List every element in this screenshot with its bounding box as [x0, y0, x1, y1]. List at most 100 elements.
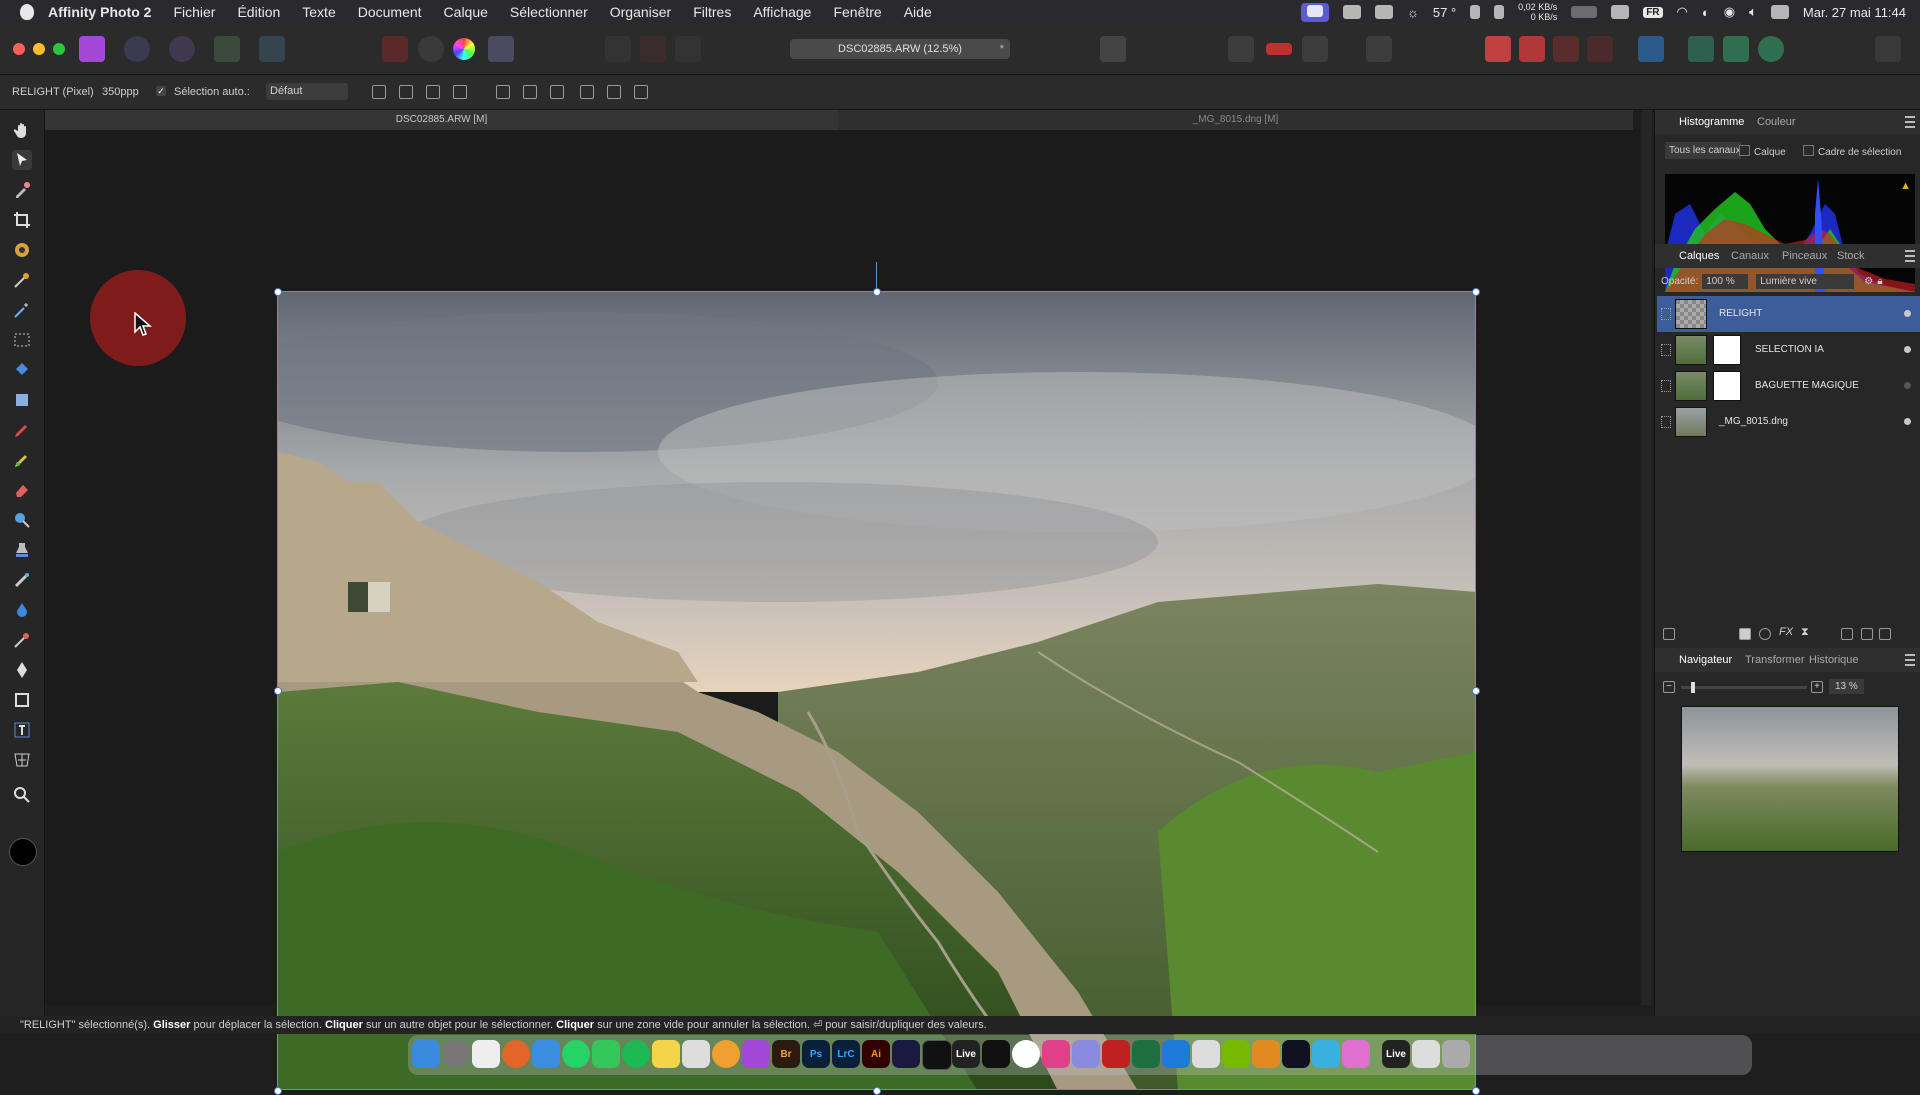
filezilla-icon[interactable] — [1102, 1040, 1130, 1068]
white-balance-icon[interactable] — [488, 36, 514, 62]
cloud-icon[interactable] — [1312, 1040, 1340, 1068]
invert-selection-icon[interactable] — [675, 36, 701, 62]
minimize-window-button[interactable] — [33, 43, 45, 55]
chat-icon[interactable] — [1366, 36, 1392, 62]
arrange-forward-icon[interactable] — [1519, 36, 1545, 62]
dodge-tool-icon[interactable] — [12, 510, 32, 530]
align-top-icon[interactable] — [580, 85, 594, 99]
clear-selection-icon[interactable] — [640, 36, 666, 62]
tab-navigateur[interactable]: Navigateur — [1679, 654, 1732, 666]
excel-icon[interactable] — [1132, 1040, 1160, 1068]
align-left-icon[interactable] — [496, 85, 510, 99]
control-strip-icon[interactable] — [1611, 5, 1630, 19]
selection-handle-top[interactable] — [873, 288, 881, 296]
align-middle-icon[interactable] — [607, 85, 621, 99]
clone-tool-icon[interactable] — [12, 540, 32, 560]
tab-histogramme[interactable]: Histogramme — [1679, 116, 1744, 128]
selection-brush-tool-icon[interactable] — [12, 240, 32, 260]
layer-lock-icon[interactable]: 🔒︎ — [1877, 276, 1882, 287]
move-tool-icon[interactable] — [12, 150, 32, 170]
layer-option-toggle[interactable]: Calque — [1739, 145, 1786, 158]
firefox-icon[interactable] — [502, 1040, 530, 1068]
move-to-front-icon[interactable] — [1553, 36, 1579, 62]
temperature-readout[interactable]: 57 ° — [1433, 5, 1456, 20]
menu-selectionner[interactable]: Sélectionner — [499, 4, 599, 20]
selection-handle-bottom[interactable] — [873, 1087, 881, 1095]
document-icon[interactable] — [1412, 1040, 1440, 1068]
figma-icon[interactable] — [1342, 1040, 1370, 1068]
layer-row-mg8015[interactable]: _MG_8015.dng — [1657, 404, 1920, 440]
layer-visibility-icon[interactable] — [1661, 416, 1671, 428]
windows-app-icon[interactable] — [1162, 1040, 1190, 1068]
layers-panel-menu-icon[interactable] — [1905, 250, 1915, 262]
live-filter-icon[interactable]: ⧗ — [1801, 626, 1809, 639]
photo-layer[interactable] — [277, 291, 1476, 1090]
zoom-tool-icon[interactable] — [12, 785, 32, 805]
unity-icon[interactable] — [1012, 1040, 1040, 1068]
dark-mode-icon[interactable]: ◐ — [1702, 5, 1710, 20]
export-persona-icon[interactable] — [259, 36, 285, 62]
photos-icon[interactable] — [682, 1040, 710, 1068]
davinci-icon[interactable] — [892, 1040, 920, 1068]
cpu-meter-icon[interactable] — [1470, 5, 1481, 19]
smudge-tool-icon[interactable] — [12, 570, 32, 590]
inpainting-tool-icon[interactable] — [12, 630, 32, 650]
tab-couleur[interactable]: Couleur — [1757, 116, 1796, 128]
layer-visibility-dot[interactable] — [1904, 382, 1911, 389]
zoom-field[interactable]: 13 % — [1829, 679, 1864, 694]
menu-app-name[interactable]: Affinity Photo 2 — [34, 4, 162, 20]
auto-select-dropdown[interactable]: Défaut — [266, 83, 348, 100]
control-center-icon[interactable] — [1770, 5, 1789, 19]
opacity-field[interactable]: 100 % — [1702, 274, 1749, 289]
zoom-in-icon[interactable]: + — [1811, 681, 1823, 693]
menu-affichage[interactable]: Affichage — [742, 4, 822, 20]
close-window-button[interactable] — [13, 43, 25, 55]
zoom-slider-knob[interactable] — [1691, 682, 1695, 693]
delete-layer-icon[interactable] — [1879, 628, 1891, 640]
ict-app-icon[interactable] — [982, 1040, 1010, 1068]
snapping-icon[interactable] — [1228, 36, 1254, 62]
finder-icon[interactable] — [412, 1040, 440, 1068]
apple-icon[interactable] — [20, 4, 34, 20]
blur-tool-icon[interactable] — [12, 600, 32, 620]
move-to-back-icon[interactable] — [1587, 36, 1613, 62]
preview-icon[interactable] — [472, 1040, 500, 1068]
spotify-icon[interactable] — [622, 1040, 650, 1068]
boolean-subtract-icon[interactable] — [1723, 36, 1749, 62]
layer-visibility-dot[interactable] — [1904, 418, 1911, 425]
messages-icon[interactable] — [592, 1040, 620, 1068]
layer-visibility-icon[interactable] — [1661, 380, 1671, 392]
user-circle-icon[interactable]: ◉ — [1724, 4, 1735, 20]
add-mask-icon[interactable] — [1739, 628, 1751, 640]
clock[interactable]: Mar. 27 mai 11:44 — [1803, 5, 1906, 20]
erase-tool-icon[interactable] — [12, 480, 32, 500]
menu-fenetre[interactable]: Fenêtre — [822, 4, 892, 20]
distribute-icon[interactable] — [453, 85, 467, 99]
liquify-persona-icon[interactable] — [124, 36, 150, 62]
photoshop-icon[interactable]: Ps — [802, 1040, 830, 1068]
transform-origin-icon[interactable] — [372, 85, 386, 99]
menu-fichier[interactable]: Fichier — [162, 4, 226, 20]
marquee-option-toggle[interactable]: Cadre de sélection — [1803, 145, 1901, 158]
marquee-tool-icon[interactable] — [12, 330, 32, 350]
tone-mapping-persona-icon[interactable] — [214, 36, 240, 62]
auto-colors-icon[interactable] — [453, 38, 475, 60]
system-settings-icon[interactable] — [442, 1040, 470, 1068]
gradient-tool-icon[interactable] — [12, 390, 32, 410]
console-icon[interactable] — [1282, 1040, 1310, 1068]
selection-handle-top-right[interactable] — [1472, 288, 1480, 296]
canvas-area[interactable] — [45, 130, 1640, 1095]
menu-edition[interactable]: Édition — [226, 4, 291, 20]
selection-handle-bottom-left[interactable] — [274, 1087, 282, 1095]
mail-icon[interactable] — [532, 1040, 560, 1068]
wifi-icon[interactable]: ◠ — [1677, 4, 1688, 20]
zoom-window-button[interactable] — [53, 43, 65, 55]
paint-brush-tool-icon[interactable] — [12, 420, 32, 440]
add-adjustment-icon[interactable] — [1759, 628, 1771, 640]
layer-options-icon[interactable] — [1663, 628, 1675, 640]
boolean-add-icon[interactable] — [1688, 36, 1714, 62]
menu-aide[interactable]: Aide — [893, 4, 943, 20]
sun-app-icon[interactable] — [712, 1040, 740, 1068]
affinity-photo-icon[interactable] — [742, 1040, 770, 1068]
selection-handle-top-left[interactable] — [274, 288, 282, 296]
